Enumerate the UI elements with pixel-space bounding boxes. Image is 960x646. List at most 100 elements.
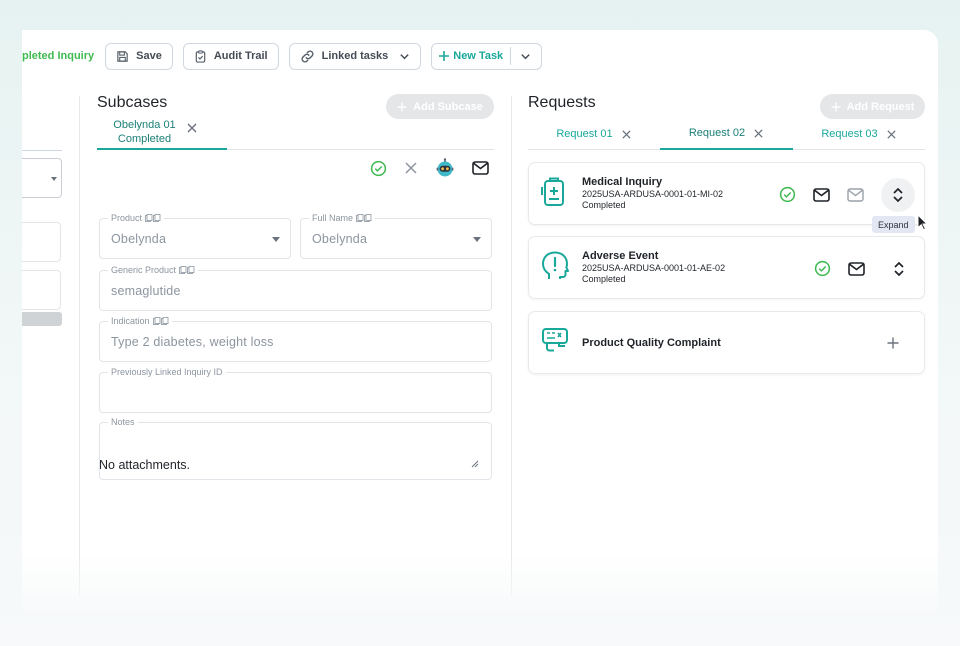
full-name-label: Full Name: [309, 213, 376, 223]
linked-tasks-label: Linked tasks: [321, 50, 389, 62]
card-title: Adverse Event: [582, 250, 659, 262]
link-icon: [301, 49, 314, 63]
column-divider: [79, 96, 80, 596]
audit-trail-button[interactable]: Audit Trail: [182, 42, 279, 70]
add-request-label: Add Request: [846, 100, 915, 113]
close-icon[interactable]: [753, 128, 764, 139]
card-status: Completed: [582, 274, 626, 284]
audit-trail-label: Audit Trail: [213, 50, 268, 62]
previous-inquiry-label: Previously Linked Inquiry ID: [108, 367, 226, 377]
card-title: Medical Inquiry: [582, 176, 663, 188]
subcase-tab-status: Completed: [117, 133, 172, 145]
split-divider: [510, 47, 512, 65]
notes-label: Notes: [108, 417, 138, 427]
plus-icon: [831, 102, 841, 111]
product-label: Product: [108, 213, 165, 223]
resize-grip-icon[interactable]: [471, 460, 479, 468]
caret-down-icon: [473, 237, 481, 242]
request-card-adverse-event[interactable]: Adverse Event 2025USA-ARDUSA-0001-01-AE-…: [528, 236, 925, 299]
copy-icon[interactable]: [145, 214, 161, 222]
save-icon: [117, 50, 128, 62]
chevron-up-down-icon: [894, 261, 904, 276]
subcases-panel: Subcases Add Subcase Obelynda 01 Complet…: [97, 94, 494, 480]
robot-icon[interactable]: [435, 158, 455, 178]
caret-down-icon: [272, 237, 280, 242]
full-name-value: Obelynda: [312, 232, 368, 246]
cropped-progress-bar: [22, 312, 62, 326]
subcase-tabs: Obelynda 01 Completed: [97, 118, 494, 150]
tab-label: Request 01: [556, 128, 613, 140]
cropped-field[interactable]: [22, 270, 61, 310]
cropped-field[interactable]: [22, 222, 61, 262]
mail-icon[interactable]: [472, 161, 489, 175]
subcase-tab[interactable]: Obelynda 01 Completed: [97, 118, 227, 150]
head-exclamation-icon: [542, 251, 569, 279]
close-icon[interactable]: [886, 129, 897, 140]
linked-tasks-button[interactable]: Linked tasks: [288, 42, 422, 70]
mail-icon[interactable]: [813, 187, 830, 202]
indication-label: Indication: [108, 316, 172, 326]
chevron-down-icon[interactable]: [520, 51, 531, 62]
card-id: 2025USA-ARDUSA-0001-01-MI-02: [582, 189, 724, 199]
expand-button[interactable]: [881, 177, 915, 212]
check-circle-icon[interactable]: [779, 186, 796, 203]
generic-product-value: semaglutide: [111, 284, 181, 298]
copy-icon[interactable]: [152, 317, 169, 325]
card-id: 2025USA-ARDUSA-0001-01-AE-02: [582, 263, 726, 273]
card-actions: [814, 237, 916, 300]
card-title: Product Quality Complaint: [582, 337, 721, 349]
product-select[interactable]: Product Obelynda: [99, 213, 291, 259]
app-window: pleted Inquiry Save Audit Trail Linked t…: [22, 30, 938, 614]
plus-icon: [397, 102, 407, 111]
column-divider: [511, 96, 512, 596]
copy-icon[interactable]: [356, 214, 372, 222]
new-task-button[interactable]: New Task: [431, 42, 543, 70]
close-icon[interactable]: [186, 122, 198, 134]
save-button[interactable]: Save: [105, 42, 173, 70]
requests-panel: Requests Add Request Request 01 Request …: [528, 94, 925, 374]
divider: [22, 150, 62, 151]
close-icon[interactable]: [404, 161, 418, 175]
tab-request-02[interactable]: Request 02: [660, 118, 793, 150]
request-card-product-quality-complaint[interactable]: Product Quality Complaint: [528, 311, 925, 374]
toolbar: pleted Inquiry Save Audit Trail Linked t…: [22, 42, 552, 70]
chevron-up-down-icon: [893, 187, 903, 202]
tab-label: Request 02: [688, 127, 746, 139]
tab-request-01[interactable]: Request 01: [528, 118, 660, 150]
bottom-fade: [22, 554, 938, 614]
new-task-label: New Task: [453, 50, 504, 62]
save-label: Save: [136, 50, 162, 62]
inquiry-status-text: pleted Inquiry: [22, 50, 95, 62]
check-circle-icon[interactable]: [814, 260, 831, 277]
generic-product-field[interactable]: Generic Product semaglutide: [99, 265, 492, 311]
mail-icon-disabled[interactable]: [847, 187, 864, 202]
tab-label: Request 03: [821, 128, 878, 140]
attachments-text: No attachments.: [99, 458, 191, 472]
add-request-button[interactable]: Add Request: [820, 94, 925, 119]
request-card-medical-inquiry[interactable]: Medical Inquiry 2025USA-ARDUSA-0001-01-M…: [528, 162, 925, 225]
add-subcase-button[interactable]: Add Subcase: [386, 94, 494, 119]
plus-icon[interactable]: [887, 337, 899, 349]
previous-inquiry-field[interactable]: Previously Linked Inquiry ID: [99, 367, 492, 413]
generic-product-label: Generic Product: [108, 265, 199, 275]
full-name-select[interactable]: Full Name Obelynda: [300, 213, 492, 259]
caret-down-icon: [51, 177, 57, 181]
copy-icon[interactable]: [179, 266, 195, 274]
clipboard-check-icon: [195, 49, 206, 63]
subcase-tab-name: Obelynda 01: [113, 119, 176, 131]
add-subcase-label: Add Subcase: [413, 100, 483, 113]
pqc-device-icon: [542, 328, 568, 352]
subcase-action-icons: [370, 158, 489, 178]
tab-request-03[interactable]: Request 03: [793, 118, 925, 150]
indication-value: Type 2 diabetes, weight loss: [111, 335, 274, 349]
cropped-select[interactable]: [22, 158, 62, 198]
mail-icon[interactable]: [848, 261, 865, 276]
check-circle-icon[interactable]: [370, 160, 387, 177]
product-value: Obelynda: [111, 232, 167, 246]
card-status: Completed: [582, 200, 626, 210]
indication-field[interactable]: Indication Type 2 diabetes, weight loss: [99, 316, 492, 362]
close-icon[interactable]: [621, 129, 632, 140]
tooltip: Expand: [872, 216, 915, 233]
expand-button[interactable]: [882, 252, 916, 286]
plus-icon: [439, 51, 450, 61]
